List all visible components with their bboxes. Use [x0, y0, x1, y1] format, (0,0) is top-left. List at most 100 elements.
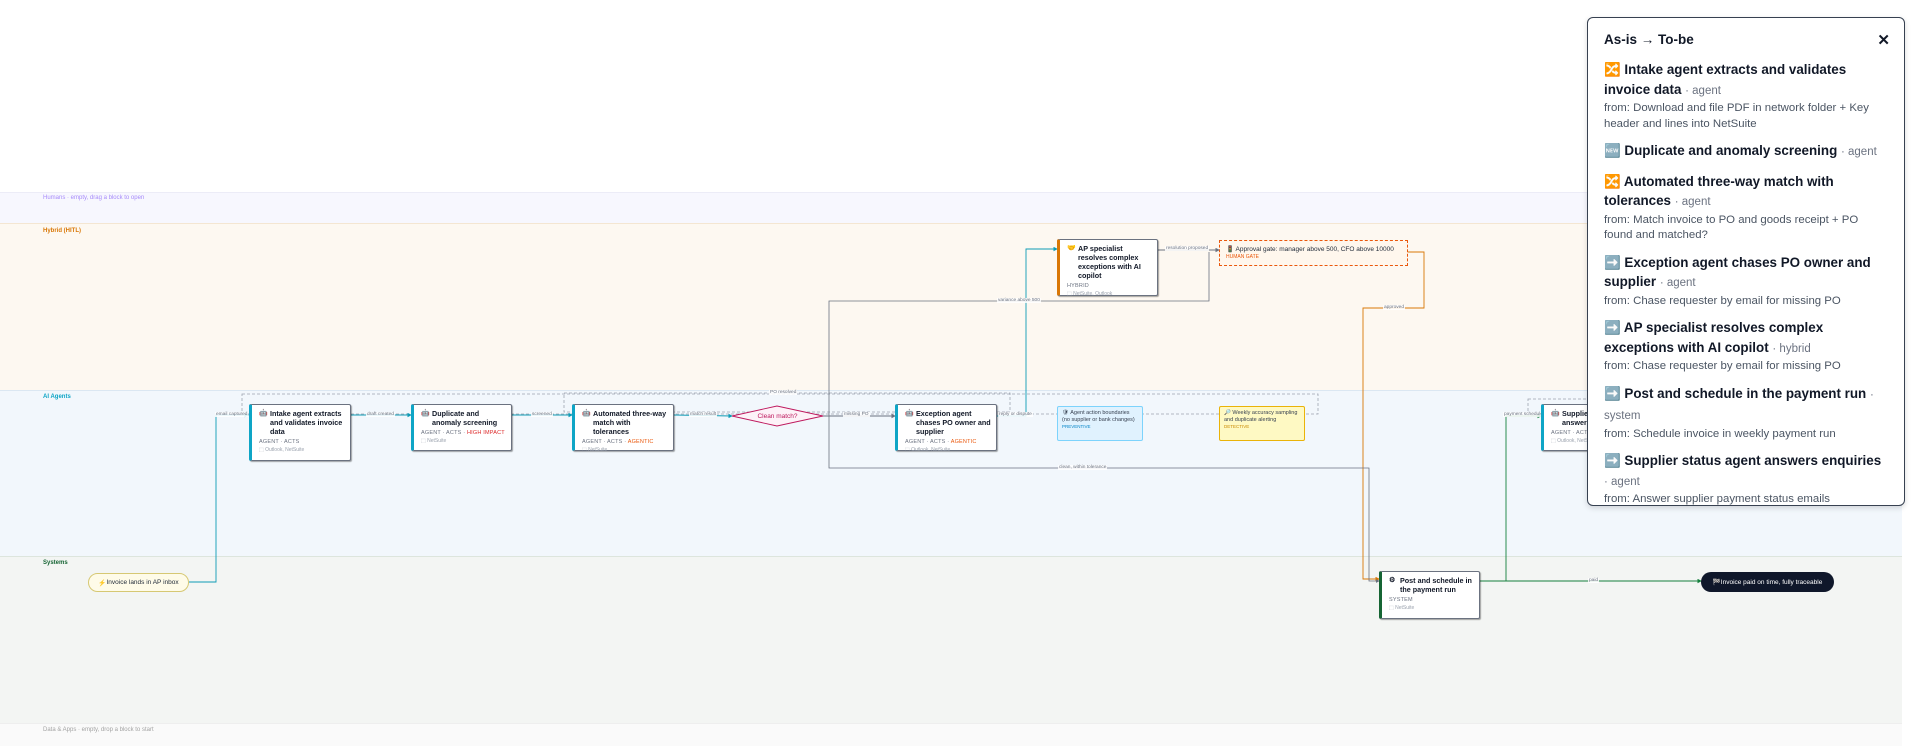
- node-tools: ⬚ Outlook, NetSuite: [259, 447, 305, 453]
- approval-gate-tag: HUMAN GATE: [1226, 254, 1259, 260]
- node-title: Intake agent extracts and validates invo…: [270, 409, 343, 436]
- end-node-label: Invoice paid on time, fully traceable: [1720, 578, 1823, 586]
- node-tools: ⬚ NetSuite: [421, 438, 447, 444]
- edge-approved-post: [1362, 251, 1425, 582]
- node-title: Duplicate and anomaly screening: [432, 409, 498, 427]
- node-tools: ⬚ Outlook, NetSuite: [905, 447, 951, 453]
- start-node[interactable]: ⚡ Invoice lands in AP inbox: [88, 573, 189, 592]
- finish-flag-icon: 🏁: [1712, 579, 1721, 586]
- panel-item-from: from: Chase requester by email for missi…: [1604, 360, 1841, 372]
- gear-icon: ⚙: [1389, 577, 1396, 584]
- edge-label-reply-or-dispute: reply or dispute: [998, 412, 1033, 417]
- detective-control-node[interactable]: 🔎 Weekly accuracy sampling and duplicate…: [1219, 406, 1305, 441]
- node-ap-specialist[interactable]: 🤝 AP specialist resolves complex exceptio…: [1057, 239, 1158, 297]
- panel-item-title: Exception agent chases PO owner and supp…: [1604, 254, 1871, 290]
- edge-label-screened: screened: [531, 412, 553, 417]
- node-meta: AGENT · ACTS ·: [421, 430, 466, 436]
- panel-item-from: from: Answer supplier payment status ema…: [1604, 493, 1831, 505]
- magnifier-icon: 🔎: [1224, 410, 1231, 416]
- panel-item-from: from: Match invoice to PO and goods rece…: [1604, 213, 1859, 242]
- edge-label-po-resolved: PO resolved: [769, 390, 798, 395]
- robot-icon: 🤖: [421, 410, 430, 417]
- panel-item-kind: · hybrid: [1772, 342, 1811, 355]
- node-title: Exception agent chases PO owner and supp…: [916, 409, 991, 436]
- panel-item-kind: · agent: [1840, 146, 1877, 158]
- edge-post-supplier: [1480, 413, 1542, 582]
- handshake-icon: 🤝: [1067, 245, 1076, 252]
- approval-gate[interactable]: 🚦 Approval gate: manager above 500, CFO …: [1219, 240, 1408, 266]
- panel-item[interactable]: ➡️ Exception agent chases PO owner and s…: [1604, 253, 1886, 310]
- robot-icon: 🤖: [259, 410, 268, 417]
- panel-item-title: Post and schedule in the payment run: [1624, 385, 1867, 401]
- node-title: Post and schedule in the payment run: [1400, 576, 1472, 594]
- edge-label-draft-created: draft created: [366, 412, 395, 417]
- arrow-right-icon: ➡️: [1604, 320, 1621, 335]
- close-icon[interactable]: ✕: [1877, 31, 1890, 49]
- edge-start-intake: [189, 412, 249, 583]
- agentic-badge: AGENTIC: [950, 439, 977, 445]
- panel-title: As-is → To-be: [1604, 32, 1694, 47]
- node-meta: AGENT · ACTS ·: [582, 439, 627, 445]
- agentic-badge: AGENTIC: [627, 439, 654, 445]
- traffic-light-icon: 🚦: [1226, 246, 1235, 253]
- panel-item-kind: · agent: [1604, 475, 1640, 488]
- node-post-schedule[interactable]: ⚙ Post and schedule in the payment run SY…: [1379, 571, 1480, 619]
- node-tools: ⬚ NetSuite, Outlook: [1067, 291, 1113, 297]
- node-tools: ⬚ NetSuite: [582, 447, 608, 453]
- edge-label-approved: approved: [1383, 305, 1406, 310]
- arrow-right-icon: ➡️: [1604, 385, 1621, 401]
- detective-text: Weekly accuracy sampling and duplicate a…: [1224, 410, 1298, 423]
- panel-item[interactable]: ➡️ Supplier status agent answers enquiri…: [1604, 451, 1886, 508]
- arrow-right-icon: ➡️: [1604, 254, 1621, 270]
- shield-icon: 🛡: [1062, 410, 1069, 416]
- end-node[interactable]: 🏁 Invoice paid on time, fully traceable: [1701, 572, 1834, 592]
- shuffle-icon: 🔀: [1604, 173, 1621, 189]
- panel-item[interactable]: 🔀 Intake agent extracts and validates in…: [1604, 60, 1886, 132]
- panel-item-kind: · agent: [1685, 84, 1721, 97]
- lightning-icon: ⚡: [98, 579, 107, 587]
- decision-label: Clean match?: [757, 412, 798, 420]
- panel-item-from: from: Schedule invoice in weekly payment…: [1604, 427, 1836, 440]
- panel-item-title: Intake agent extracts and validates invo…: [1604, 62, 1847, 97]
- edge-label-variance-above: variance above 500: [997, 298, 1041, 303]
- node-three-way-match[interactable]: 🤖 Automated three-way match with toleranc…: [572, 404, 674, 453]
- edge-label-resolution-proposed: resolution proposed: [1165, 246, 1210, 251]
- node-meta: AGENT · ACTS: [259, 439, 300, 445]
- node-tools: ⬚ NetSuite: [1389, 605, 1415, 611]
- node-intake-agent[interactable]: 🤖 Intake agent extracts and validates inv…: [249, 404, 351, 461]
- robot-icon: 🤖: [905, 410, 914, 417]
- edge-label-match-result: match result: [689, 412, 718, 417]
- impact-badge: HIGH IMPACT: [467, 430, 505, 436]
- edge-exception-specialist: [997, 246, 1058, 417]
- edge-label-email-captured: email captured: [215, 412, 249, 417]
- approval-gate-text: Approval gate: manager above 500, CFO ab…: [1235, 246, 1394, 253]
- as-is-to-be-panel: As-is → To-be ✕ 🔀 Intake agent extracts …: [1587, 17, 1905, 506]
- panel-item-title: Automated three-way match with tolerance…: [1604, 173, 1834, 209]
- edge-label-paid: paid: [1588, 578, 1600, 583]
- robot-icon: 🤖: [1551, 410, 1560, 417]
- decision-clean-match[interactable]: Clean match?: [732, 406, 823, 426]
- node-title: Automated three-way match with tolerance…: [593, 409, 667, 436]
- detective-tag: DETECTIVE: [1224, 424, 1250, 430]
- panel-item[interactable]: ➡️ AP specialist resolves complex except…: [1604, 318, 1886, 375]
- edge-label-missing-po: missing PO: [843, 412, 870, 417]
- node-duplicate-screening[interactable]: 🤖 Duplicate and anomaly screening AGENT ·…: [411, 404, 512, 451]
- panel-item[interactable]: ➡️ Post and schedule in the payment run …: [1604, 384, 1886, 443]
- node-meta: HYBRID: [1067, 283, 1089, 289]
- start-node-label: Invoice lands in AP inbox: [106, 579, 179, 586]
- panel-item-kind: · agent: [1659, 277, 1696, 289]
- panel-item-title: Duplicate and anomaly screening: [1624, 143, 1838, 158]
- panel-item[interactable]: 🆕 Duplicate and anomaly screening · agen…: [1604, 141, 1886, 163]
- new-icon: 🆕: [1604, 143, 1621, 158]
- panel-item[interactable]: 🔀 Automated three-way match with toleran…: [1604, 172, 1886, 244]
- node-title: AP specialist resolves complex exception…: [1078, 244, 1141, 280]
- panel-item-kind: · agent: [1674, 196, 1711, 208]
- node-exception-agent[interactable]: 🤖 Exception agent chases PO owner and sup…: [895, 404, 997, 453]
- guardrail-node[interactable]: 🛡 Agent action boundaries (no supplier o…: [1057, 406, 1143, 441]
- panel-item-from: from: Chase requester by email for missi…: [1604, 294, 1841, 307]
- robot-icon: 🤖: [582, 410, 591, 417]
- panel-item-title: Supplier status agent answers enquiries: [1624, 453, 1882, 468]
- node-meta: AGENT · ACTS ·: [905, 439, 950, 445]
- panel-item-from: from: Download and file PDF in network f…: [1604, 102, 1869, 130]
- guardrail-tag: PREVENTIVE: [1062, 424, 1091, 430]
